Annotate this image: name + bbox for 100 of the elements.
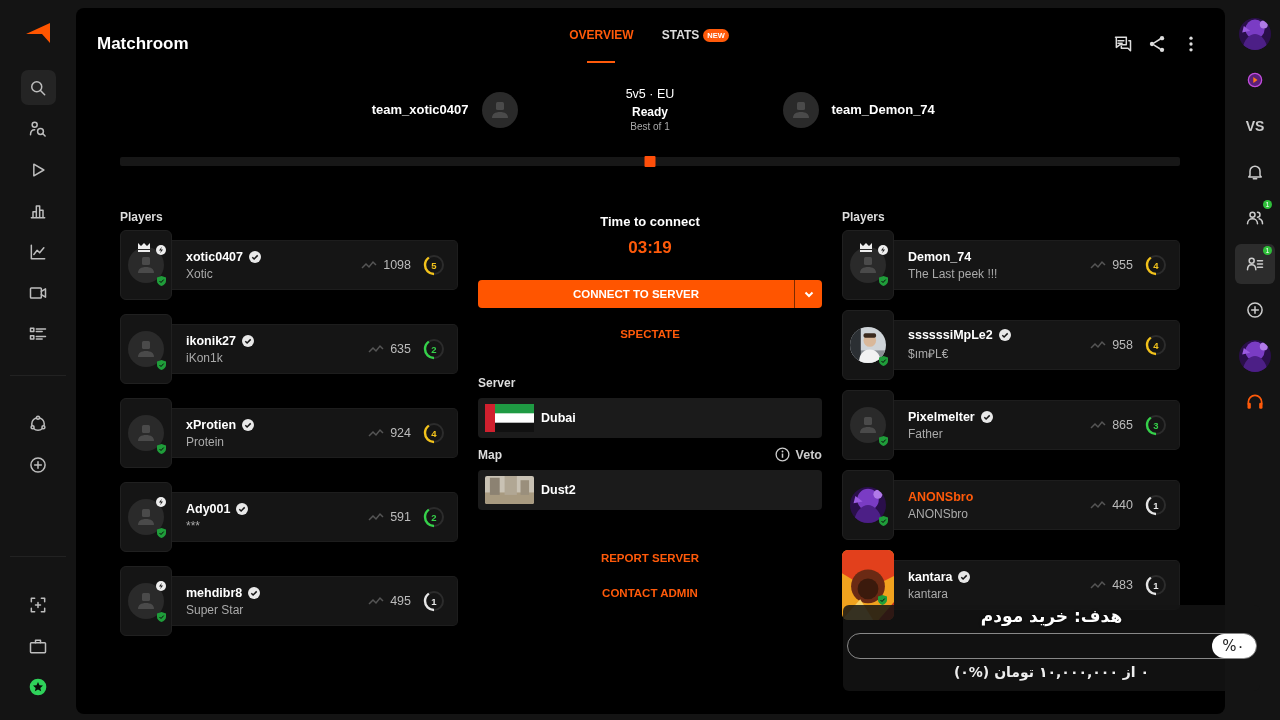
player-nickname: *** bbox=[186, 518, 201, 533]
player-nickname: iKon1k bbox=[186, 350, 224, 365]
elo-value: 865 bbox=[1112, 418, 1133, 432]
match-format: Best of 1 bbox=[630, 121, 670, 132]
avatar-icon bbox=[128, 499, 164, 535]
trend-icon bbox=[368, 512, 385, 522]
player-name: ikonik27 bbox=[186, 333, 237, 348]
shield-icon bbox=[157, 360, 166, 370]
player-name: xotic0407 bbox=[186, 249, 243, 264]
skill-level-ring: 4 bbox=[1145, 254, 1167, 276]
avatar-icon bbox=[128, 583, 164, 619]
team-name: team_Demon_74 bbox=[831, 102, 935, 117]
people-list-icon bbox=[1245, 254, 1265, 274]
veto-button[interactable]: Veto bbox=[774, 447, 822, 462]
shield-icon bbox=[157, 444, 166, 454]
trend-icon bbox=[1090, 580, 1107, 590]
elo-value: 440 bbox=[1112, 498, 1133, 512]
player-name: Pixelmelter bbox=[908, 409, 975, 424]
shield-icon bbox=[879, 516, 888, 526]
spectate-link[interactable]: SPECTATE bbox=[620, 328, 680, 340]
trend-icon bbox=[368, 344, 385, 354]
share-icon[interactable] bbox=[1147, 34, 1167, 54]
player-nickname: The Last peek !!! bbox=[908, 266, 999, 281]
player-name: Demon_74 bbox=[908, 249, 972, 264]
player-nickname: Super Star bbox=[186, 602, 245, 617]
skill-level-ring: 4 bbox=[1145, 334, 1167, 356]
shield-icon bbox=[879, 356, 888, 366]
search-button[interactable] bbox=[20, 70, 56, 105]
map-name: Dust2 bbox=[541, 483, 576, 497]
shield-icon bbox=[879, 436, 888, 446]
match-mode: 5v5 · EU bbox=[625, 87, 675, 101]
team-name: team_xotic0407 bbox=[371, 102, 469, 117]
chat-icon[interactable] bbox=[1113, 34, 1133, 54]
elo-value: 483 bbox=[1112, 578, 1133, 592]
trend-icon bbox=[1090, 260, 1107, 270]
logo-icon bbox=[25, 22, 51, 44]
skill-level-ring: 1 bbox=[1145, 574, 1167, 596]
player-name: mehdibr8 bbox=[186, 585, 243, 600]
skill-level-ring: 2 bbox=[423, 338, 445, 360]
shield-icon bbox=[157, 612, 166, 622]
player-nickname: kantara bbox=[908, 586, 950, 601]
shield-icon bbox=[157, 276, 166, 286]
page-title: Matchroom bbox=[97, 34, 190, 54]
player-name: ssssssiMpLe2 bbox=[908, 328, 993, 342]
goal-progress-fill: %۰ bbox=[1211, 634, 1256, 658]
player-name: kantara bbox=[908, 569, 953, 584]
skill-level-ring: 2 bbox=[423, 506, 445, 528]
match-status: Ready bbox=[632, 105, 668, 119]
trend-icon bbox=[361, 260, 378, 270]
versus-button[interactable]: VS bbox=[1235, 106, 1275, 146]
team-avatar bbox=[481, 91, 518, 128]
goal-title: هدف: خرید مودم bbox=[980, 605, 1123, 627]
team-avatar bbox=[782, 91, 819, 128]
player-nickname: Xotic bbox=[186, 266, 214, 281]
shield-icon bbox=[879, 276, 888, 286]
elo-value: 958 bbox=[1112, 338, 1133, 352]
elo-value: 924 bbox=[390, 426, 411, 440]
server-name: Dubai bbox=[541, 411, 576, 425]
trend-icon bbox=[368, 596, 385, 606]
player-nickname: Protein bbox=[186, 434, 226, 449]
elo-value: 1098 bbox=[383, 258, 411, 272]
trend-icon bbox=[368, 428, 385, 438]
avatar-icon bbox=[128, 415, 164, 451]
contact-link[interactable]: CONTACT ADMIN bbox=[602, 587, 698, 599]
section-label: Server bbox=[478, 376, 517, 390]
elo-value: 495 bbox=[390, 594, 411, 608]
elo-value: 955 bbox=[1112, 258, 1133, 272]
trend-icon bbox=[1090, 500, 1107, 510]
skill-level-ring: 1 bbox=[423, 590, 445, 612]
skill-level-ring: 4 bbox=[423, 422, 445, 444]
avatar-icon bbox=[850, 407, 886, 443]
player-name: ANONSbro bbox=[908, 489, 974, 504]
player-nickname: $ım₽L€ bbox=[908, 346, 950, 362]
section-heading: Players bbox=[842, 210, 886, 224]
avatar-icon bbox=[128, 331, 164, 367]
player-name: xProtien bbox=[186, 417, 236, 432]
plus-circle-icon bbox=[28, 454, 48, 475]
countdown-timer: 03:19 bbox=[628, 238, 672, 258]
star-badge-icon bbox=[28, 676, 48, 697]
section-heading: Players bbox=[120, 210, 164, 224]
dropdown-button[interactable] bbox=[794, 280, 822, 308]
skill-level-ring: 1 bbox=[1145, 494, 1167, 516]
trend-icon bbox=[1090, 420, 1107, 430]
elo-value: 635 bbox=[390, 342, 411, 356]
plus-circle-icon bbox=[1245, 300, 1265, 320]
player-nickname: Father bbox=[908, 426, 944, 441]
shield-icon bbox=[157, 528, 166, 538]
player-nickname: ANONSbro bbox=[908, 506, 970, 521]
flag-icon bbox=[485, 404, 534, 432]
people-icon bbox=[1245, 208, 1265, 228]
player-name: Ady001 bbox=[186, 501, 231, 516]
timer-label: Time to connect bbox=[600, 214, 700, 229]
trend-icon bbox=[1090, 340, 1107, 350]
play-circle-icon bbox=[1245, 70, 1265, 90]
goal-caption: ۰ از ۱۰,۰۰۰,۰۰۰ تومان (%۰) bbox=[953, 664, 1150, 680]
skill-level-ring: 3 bbox=[1145, 414, 1167, 436]
headset-icon bbox=[1245, 392, 1265, 412]
circle-nodes-icon bbox=[28, 413, 48, 434]
report-link[interactable]: REPORT SERVER bbox=[600, 552, 700, 564]
info-icon bbox=[774, 447, 790, 462]
